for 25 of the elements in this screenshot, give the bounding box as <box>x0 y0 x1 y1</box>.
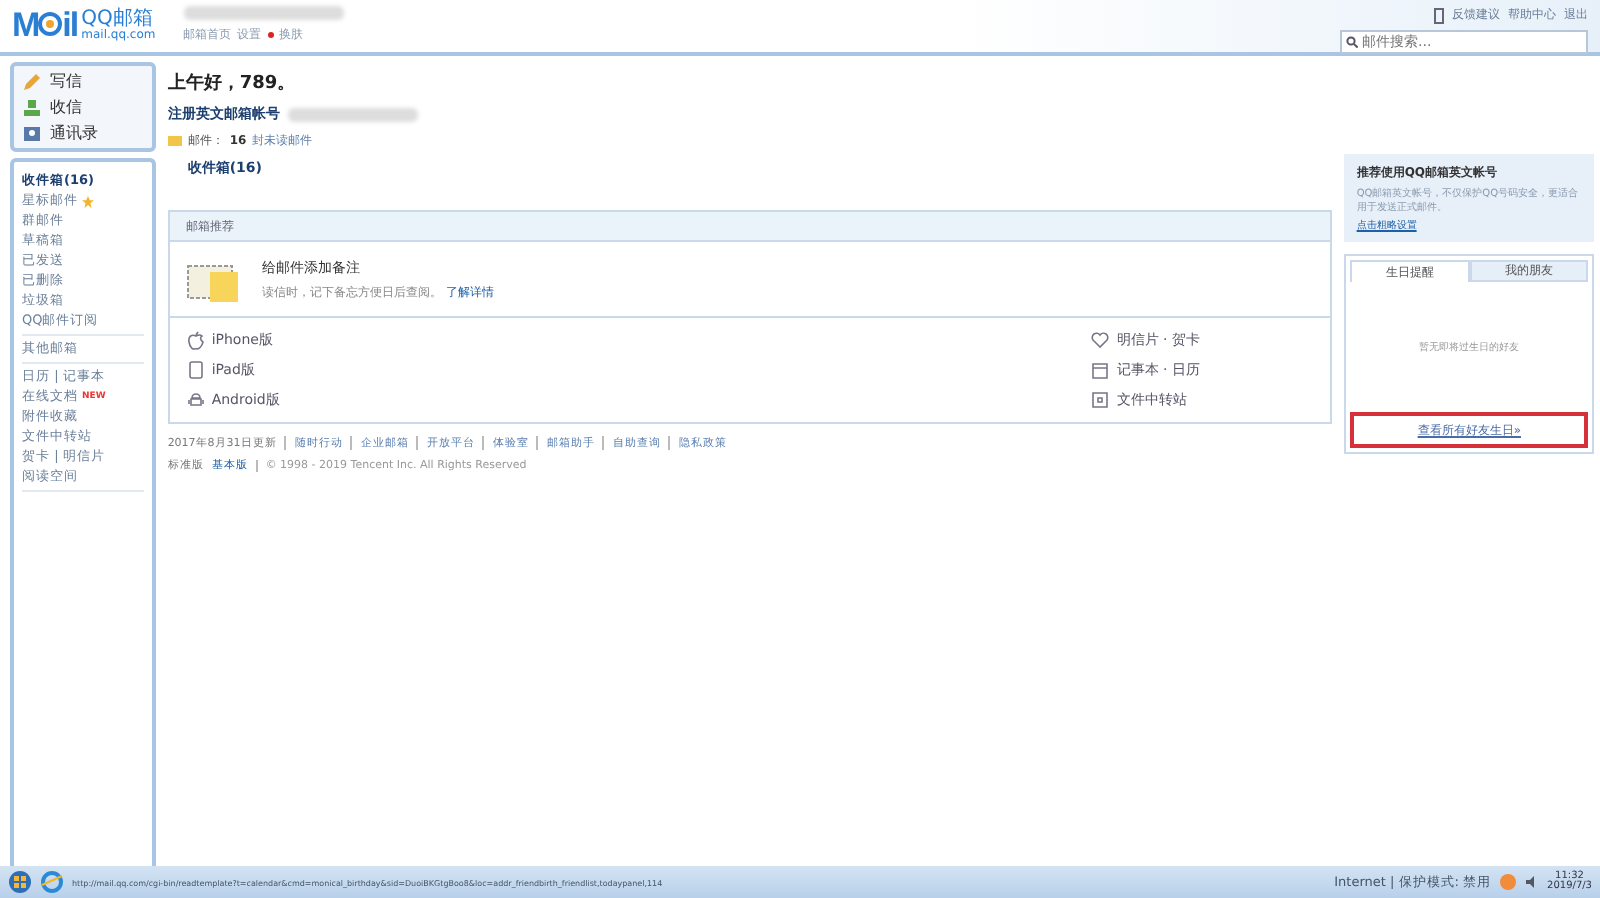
envelope-icon <box>167 136 182 146</box>
logo-icon <box>38 12 63 36</box>
new-dot-icon <box>267 32 274 38</box>
logo-text: QQ邮箱 <box>81 10 153 30</box>
browser-icon[interactable] <box>40 870 64 894</box>
phone-icon <box>1434 7 1444 23</box>
greeting: 上午好，789。 <box>167 70 298 96</box>
heart-icon <box>1090 330 1111 350</box>
sidebar-action[interactable]: 收信 <box>22 96 144 118</box>
apple-icon <box>185 330 206 350</box>
logo-mark: M il <box>12 6 78 46</box>
calendar-icon <box>1090 360 1111 380</box>
search-icon <box>1346 36 1358 48</box>
inbox-icon <box>22 97 42 117</box>
speaker-icon[interactable] <box>1523 874 1540 890</box>
tray-app-icon[interactable] <box>1499 874 1516 890</box>
android-icon <box>185 390 206 410</box>
contacts-icon <box>22 123 42 143</box>
file-box-icon <box>1090 390 1111 410</box>
start-orb-icon <box>8 870 32 894</box>
pencil-icon <box>22 71 42 91</box>
sidebar-action[interactable]: 通讯录 <box>22 122 144 144</box>
sidebar-action[interactable]: 写信 <box>22 70 144 92</box>
tablet-icon <box>185 360 206 380</box>
redacted-email <box>287 107 418 121</box>
